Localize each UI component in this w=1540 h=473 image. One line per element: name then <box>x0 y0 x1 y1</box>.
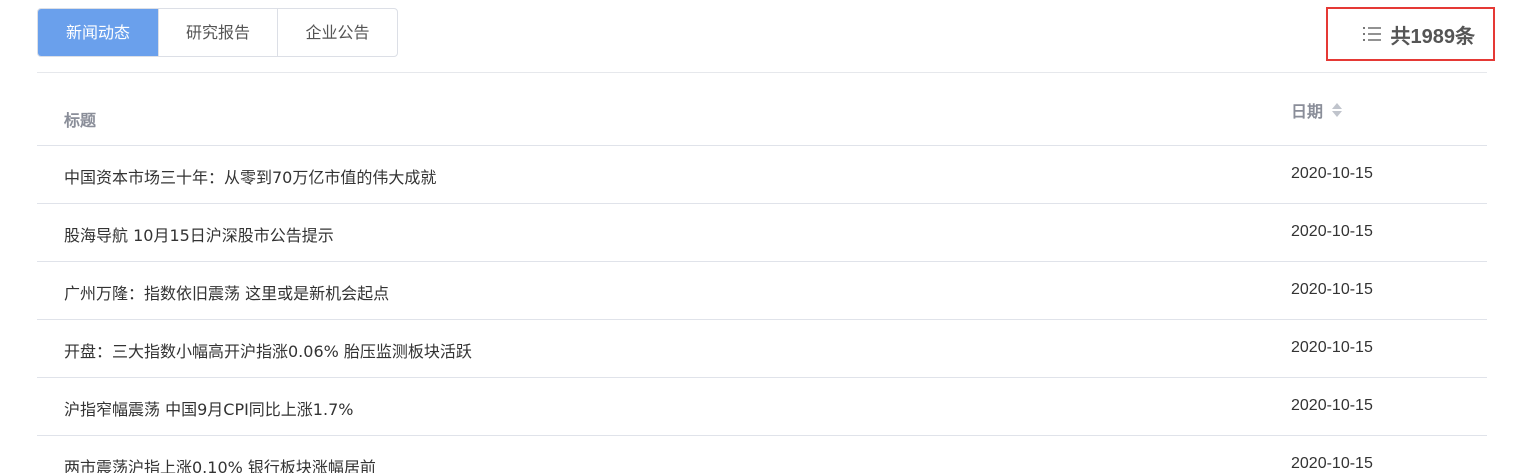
tab-bar: 新闻动态 研究报告 企业公告 <box>37 8 398 57</box>
news-title-link[interactable]: 广州万隆：指数依旧震荡 这里或是新机会起点 <box>64 280 389 304</box>
news-table: 标题 日期 中国资本市场三十年：从零到70万亿市值的伟大成就 2020-10-1… <box>37 73 1487 473</box>
total-count-label: 共1989条 <box>1390 25 1476 48</box>
table-row: 广州万隆：指数依旧震荡 这里或是新机会起点 2020-10-15 <box>37 262 1487 320</box>
sort-icon[interactable] <box>1331 102 1343 118</box>
tab-research-reports[interactable]: 研究报告 <box>158 9 277 56</box>
total-count-box: 共1989条 <box>1326 7 1495 61</box>
news-title-link[interactable]: 沪指窄幅震荡 中国9月CPI同比上涨1.7% <box>64 396 353 420</box>
news-date: 2020-10-15 <box>1291 223 1373 240</box>
news-date: 2020-10-15 <box>1291 281 1373 298</box>
table-row: 股海导航 10月15日沪深股市公告提示 2020-10-15 <box>37 204 1487 262</box>
news-title-link[interactable]: 开盘：三大指数小幅高开沪指涨0.06% 胎压监测板块活跃 <box>64 338 472 362</box>
column-header-title: 标题 <box>64 111 97 130</box>
news-title-link[interactable]: 股海导航 10月15日沪深股市公告提示 <box>64 222 334 246</box>
news-date: 2020-10-15 <box>1291 455 1373 472</box>
list-icon <box>1362 25 1385 43</box>
table-row: 两市震荡沪指上涨0.10% 银行板块涨幅居前 2020-10-15 <box>37 436 1487 473</box>
tab-company-announcements[interactable]: 企业公告 <box>277 9 397 56</box>
table-row: 开盘：三大指数小幅高开沪指涨0.06% 胎压监测板块活跃 2020-10-15 <box>37 320 1487 378</box>
column-header-date-label: 日期 <box>1291 102 1324 121</box>
news-panel: 新闻动态 研究报告 企业公告 共1989条 标题 日期 中国资本市场三十年：从零… <box>0 0 1540 473</box>
news-date: 2020-10-15 <box>1291 397 1373 414</box>
news-title-link[interactable]: 两市震荡沪指上涨0.10% 银行板块涨幅居前 <box>64 454 376 473</box>
column-header-date[interactable]: 日期 <box>1291 98 1343 122</box>
news-title-link[interactable]: 中国资本市场三十年：从零到70万亿市值的伟大成就 <box>64 164 436 188</box>
table-row: 中国资本市场三十年：从零到70万亿市值的伟大成就 2020-10-15 <box>37 146 1487 204</box>
tab-news[interactable]: 新闻动态 <box>38 9 158 56</box>
table-row: 沪指窄幅震荡 中国9月CPI同比上涨1.7% 2020-10-15 <box>37 378 1487 436</box>
news-date: 2020-10-15 <box>1291 339 1373 356</box>
table-header: 标题 日期 <box>37 73 1487 146</box>
news-date: 2020-10-15 <box>1291 165 1373 182</box>
